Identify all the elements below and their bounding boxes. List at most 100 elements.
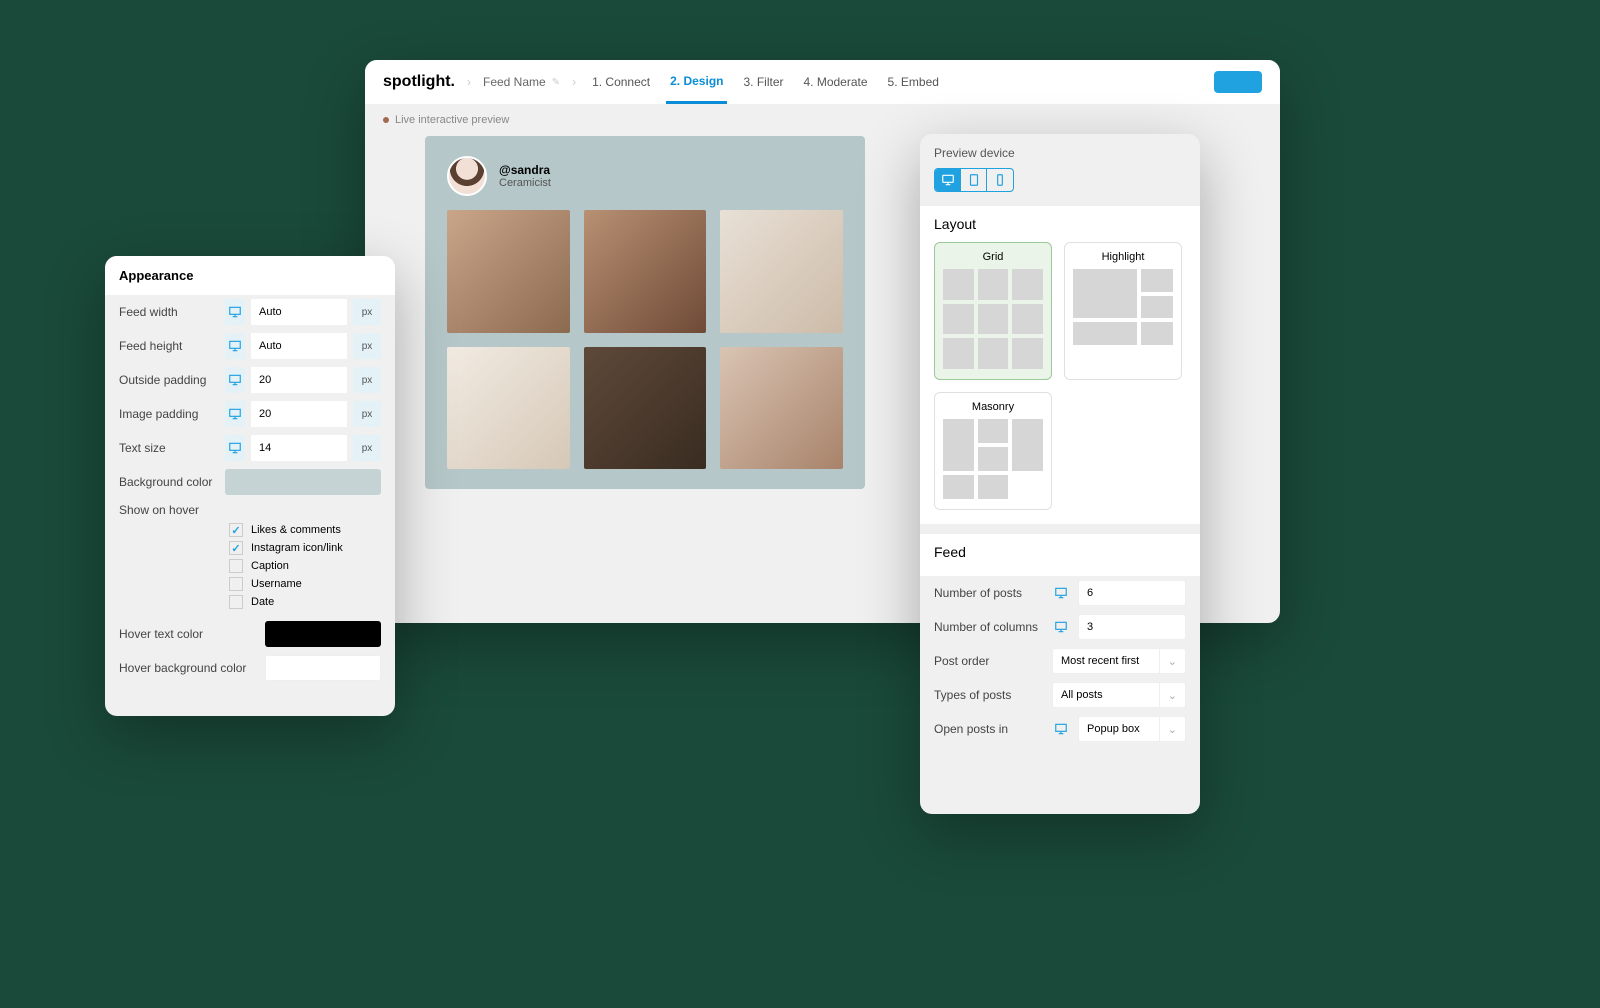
appearance-heading: Appearance — [105, 256, 395, 295]
profile-header: @sandra Ceramicist — [447, 156, 843, 196]
device-mobile-button[interactable] — [987, 169, 1013, 191]
row-text-size: Text size 14 px — [105, 431, 395, 465]
hover-opt-caption[interactable]: Caption — [105, 557, 395, 575]
profile-role: Ceramicist — [499, 177, 551, 189]
device-toggle-group — [934, 168, 1014, 192]
header: spotlight. › Feed Name ✎ › 1. Connect 2.… — [365, 60, 1280, 104]
unit-px[interactable]: px — [353, 333, 381, 359]
chevron-down-icon: ⌄ — [1159, 683, 1177, 707]
bg-color-swatch[interactable] — [225, 469, 381, 495]
row-num-columns: Number of columns 3 — [920, 610, 1200, 644]
preview-grid — [447, 210, 843, 469]
preview-device-label: Preview device — [920, 146, 1200, 168]
post-order-label: Post order — [934, 654, 1044, 668]
desktop-icon — [941, 173, 955, 187]
desktop-icon — [1052, 586, 1070, 600]
preview-tile[interactable] — [720, 347, 843, 470]
row-feed-width: Feed width Auto px — [105, 295, 395, 329]
outside-padding-label: Outside padding — [119, 373, 219, 387]
chevron-icon: › — [572, 75, 576, 89]
layout-section: Layout Grid Highlight Masonry — [920, 206, 1200, 524]
opt-label: Likes & comments — [251, 524, 341, 536]
step-design[interactable]: 2. Design — [666, 60, 727, 104]
breadcrumb-feed-name[interactable]: Feed Name ✎ — [483, 75, 560, 89]
opt-label: Instagram icon/link — [251, 542, 343, 554]
preview-status-text: Live interactive preview — [395, 114, 509, 126]
desktop-icon — [1052, 722, 1070, 736]
types-select[interactable]: All posts ⌄ — [1052, 682, 1186, 708]
feed-height-label: Feed height — [119, 339, 219, 353]
checkbox-icon[interactable] — [229, 577, 243, 591]
feed-height-input[interactable]: Auto — [251, 333, 347, 359]
hover-opt-date[interactable]: Date — [105, 593, 395, 611]
open-select[interactable]: Popup box ⌄ — [1078, 716, 1186, 742]
unit-px[interactable]: px — [353, 401, 381, 427]
step-filter[interactable]: 3. Filter — [739, 75, 787, 89]
feed-name-text: Feed Name — [483, 75, 546, 89]
open-value: Popup box — [1087, 723, 1140, 735]
desktop-icon — [225, 367, 245, 393]
image-padding-label: Image padding — [119, 407, 219, 421]
text-size-label: Text size — [119, 441, 219, 455]
preview-tile[interactable] — [447, 210, 570, 333]
chevron-icon: › — [467, 75, 471, 89]
feed-heading: Feed — [934, 544, 1186, 560]
types-value: All posts — [1061, 689, 1103, 701]
row-show-on-hover: Show on hover — [105, 499, 395, 521]
unit-px[interactable]: px — [353, 367, 381, 393]
preview-tile[interactable] — [720, 210, 843, 333]
right-sidebar: Preview device Layout Grid Highlight Mas… — [920, 134, 1200, 814]
layout-option-highlight[interactable]: Highlight — [1064, 242, 1182, 380]
num-posts-label: Number of posts — [934, 586, 1044, 600]
layout-heading: Layout — [934, 216, 1186, 232]
primary-button[interactable] — [1214, 71, 1262, 93]
tablet-icon — [967, 173, 981, 187]
row-types-posts: Types of posts All posts ⌄ — [920, 678, 1200, 712]
device-tablet-button[interactable] — [961, 169, 987, 191]
bg-color-label: Background color — [119, 475, 219, 489]
unit-px[interactable]: px — [353, 299, 381, 325]
hover-opt-username[interactable]: Username — [105, 575, 395, 593]
row-num-posts: Number of posts 6 — [920, 576, 1200, 610]
row-hover-bg-color: Hover background color — [105, 651, 395, 685]
outside-padding-input[interactable]: 20 — [251, 367, 347, 393]
row-outside-padding: Outside padding 20 px — [105, 363, 395, 397]
desktop-icon — [225, 401, 245, 427]
hover-bg-swatch[interactable] — [265, 655, 381, 681]
checkbox-icon[interactable] — [229, 595, 243, 609]
hover-opt-likes[interactable]: Likes & comments — [105, 521, 395, 539]
profile-handle: @sandra — [499, 163, 551, 177]
step-embed[interactable]: 5. Embed — [884, 75, 943, 89]
post-order-select[interactable]: Most recent first ⌄ — [1052, 648, 1186, 674]
preview-tile[interactable] — [584, 347, 707, 470]
num-cols-input[interactable]: 3 — [1078, 614, 1186, 640]
desktop-icon — [225, 299, 245, 325]
step-moderate[interactable]: 4. Moderate — [800, 75, 872, 89]
image-padding-input[interactable]: 20 — [251, 401, 347, 427]
text-size-input[interactable]: 14 — [251, 435, 347, 461]
preview-tile[interactable] — [584, 210, 707, 333]
device-desktop-button[interactable] — [935, 169, 961, 191]
row-post-order: Post order Most recent first ⌄ — [920, 644, 1200, 678]
layout-option-grid[interactable]: Grid — [934, 242, 1052, 380]
checkbox-icon[interactable] — [229, 523, 243, 537]
feed-width-input[interactable]: Auto — [251, 299, 347, 325]
unit-px[interactable]: px — [353, 435, 381, 461]
step-connect[interactable]: 1. Connect — [588, 75, 654, 89]
opt-label: Date — [251, 596, 274, 608]
hover-text-swatch[interactable] — [265, 621, 381, 647]
layout-option-masonry[interactable]: Masonry — [934, 392, 1052, 510]
checkbox-icon[interactable] — [229, 559, 243, 573]
checkbox-icon[interactable] — [229, 541, 243, 555]
num-cols-label: Number of columns — [934, 620, 1044, 634]
num-posts-input[interactable]: 6 — [1078, 580, 1186, 606]
desktop-icon — [225, 333, 245, 359]
hover-opt-instagram[interactable]: Instagram icon/link — [105, 539, 395, 557]
logo: spotlight. — [383, 73, 455, 91]
preview-tile[interactable] — [447, 347, 570, 470]
layout-label: Highlight — [1073, 251, 1173, 263]
mobile-icon — [993, 173, 1007, 187]
pencil-icon[interactable]: ✎ — [552, 77, 560, 88]
desktop-icon — [1052, 620, 1070, 634]
hover-text-label: Hover text color — [119, 627, 259, 641]
